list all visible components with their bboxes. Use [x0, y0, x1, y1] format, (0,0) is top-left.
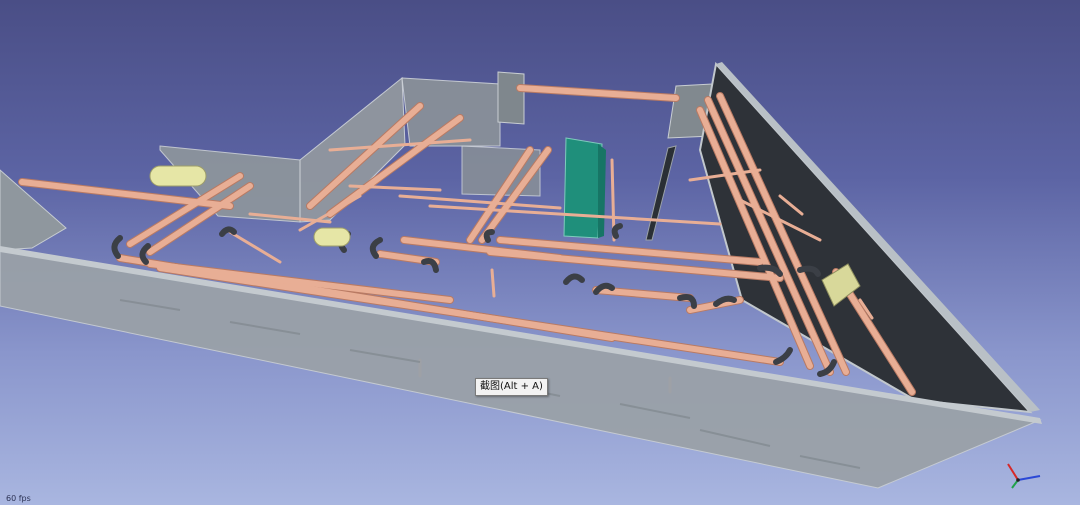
3d-viewport[interactable]: 截图(Alt + A) 60 fps [0, 0, 1080, 505]
screenshot-tooltip: 截图(Alt + A) [475, 378, 548, 396]
back-panel-small [497, 71, 525, 125]
thin-post [645, 145, 677, 241]
fps-counter: 60 fps [6, 494, 31, 503]
green-duct-side [598, 144, 606, 238]
green-duct [563, 137, 603, 239]
xyz-axis-icon [1007, 463, 1041, 489]
pipe-model-scene[interactable] [0, 0, 1080, 505]
